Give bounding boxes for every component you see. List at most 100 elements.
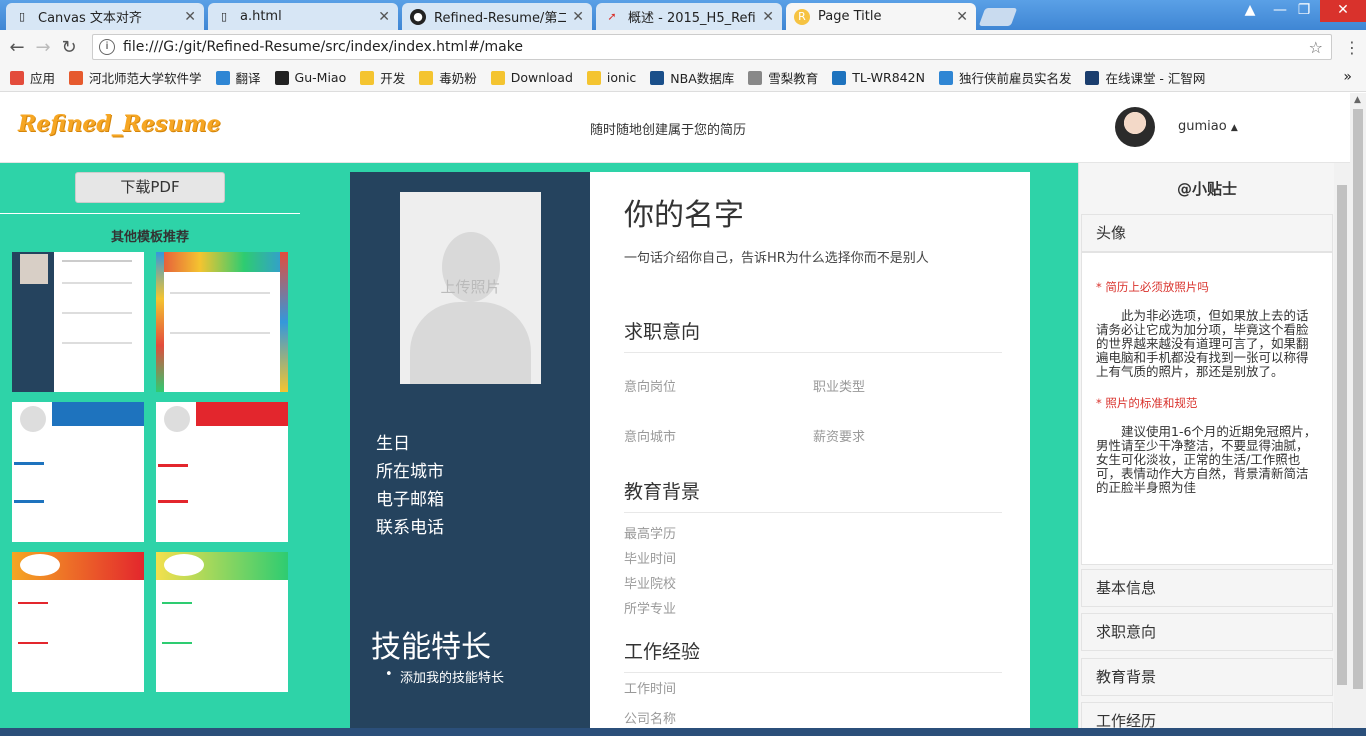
birthday-field[interactable]: 生日: [376, 430, 444, 458]
upload-photo[interactable]: 上传照片: [400, 192, 541, 384]
close-icon[interactable]: ✕: [184, 9, 196, 25]
site-slogan: 随时随地创建属于您的简历: [590, 123, 747, 138]
job-type-field[interactable]: 职业类型: [813, 376, 865, 395]
tab-title: a.html: [240, 9, 282, 24]
tips-scrollbar[interactable]: [1334, 163, 1350, 736]
forward-icon[interactable]: →: [30, 37, 56, 58]
maximize-icon[interactable]: ❐: [1290, 0, 1318, 22]
divider: [0, 213, 300, 214]
phone-field[interactable]: 联系电话: [376, 514, 444, 542]
bookmark-item[interactable]: Gu-Miao: [274, 70, 346, 85]
template-thumb-1[interactable]: [12, 252, 144, 392]
user-icon[interactable]: ▲: [1236, 0, 1264, 22]
download-pdf-button[interactable]: 下载PDF: [75, 172, 225, 203]
page-icon: R: [794, 8, 810, 25]
bookmark-item[interactable]: 毒奶粉: [419, 68, 477, 87]
address-bar[interactable]: i file:///G:/git/Refined-Resume/src/inde…: [92, 34, 1332, 60]
chevron-more-icon[interactable]: »: [1343, 69, 1352, 85]
bookmark-icon: [938, 70, 953, 85]
close-icon[interactable]: ✕: [572, 9, 584, 25]
back-icon[interactable]: ←: [4, 37, 30, 58]
resume-name[interactable]: 你的名字: [624, 190, 744, 234]
reload-icon[interactable]: ↻: [56, 37, 82, 58]
template-sidebar: 下载PDF 其他模板推荐: [0, 163, 300, 736]
info-icon[interactable]: i: [99, 39, 115, 55]
tab-page-title[interactable]: R Page Title ✕: [786, 3, 976, 30]
close-icon[interactable]: ✕: [378, 9, 390, 25]
bookmark-icon: [650, 70, 665, 85]
city-field[interactable]: 所在城市: [376, 458, 444, 486]
browser-tab-strip: ▯ Canvas 文本对齐 ✕ ▯ a.html ✕ ● Refined-Res…: [0, 0, 1366, 30]
scroll-up-icon[interactable]: ▲: [1354, 95, 1361, 105]
template-thumb-6[interactable]: [156, 552, 288, 692]
company-field[interactable]: 公司名称: [624, 708, 676, 727]
bookmark-label: Download: [510, 70, 573, 85]
job-city-field[interactable]: 意向城市: [624, 426, 676, 445]
bookmark-item[interactable]: 在线课堂 - 汇智网: [1085, 68, 1205, 87]
close-icon[interactable]: ✕: [956, 9, 968, 25]
bookmark-item[interactable]: 开发: [360, 68, 405, 87]
school-field[interactable]: 毕业院校: [624, 573, 676, 592]
tip-question-2: * 照片的标准和规范: [1096, 396, 1198, 410]
site-logo[interactable]: Refined_Resume: [18, 111, 221, 137]
bookmark-item[interactable]: ionic: [586, 70, 636, 85]
bookmark-item[interactable]: 雪梨教育: [748, 68, 818, 87]
job-position-field[interactable]: 意向岗位: [624, 376, 676, 395]
bookmark-item[interactable]: 独行侠前雇员实名发: [938, 68, 1071, 87]
section-work: 工作经验: [624, 637, 1002, 673]
page-scrollbar[interactable]: ▲: [1350, 93, 1366, 736]
accordion-education[interactable]: 教育背景: [1081, 658, 1333, 696]
bookmark-item[interactable]: 河北师范大学软件学: [69, 68, 202, 87]
bookmark-item[interactable]: 翻译: [215, 68, 261, 87]
accordion-basic-info[interactable]: 基本信息: [1081, 569, 1333, 607]
tip-answer-2: 建议使用1-6个月的近期免冠照片，男性请至少干净整洁，不要显得油腻，女生可化淡妆…: [1096, 424, 1317, 495]
add-skill-item[interactable]: 添加我的技能特长: [385, 667, 504, 686]
avatar[interactable]: [1115, 107, 1155, 147]
tab-title: Page Title: [818, 9, 882, 24]
work-time-field[interactable]: 工作时间: [624, 678, 676, 697]
upload-photo-label: 上传照片: [440, 278, 501, 296]
skills-heading: 技能特长: [371, 630, 491, 665]
tip-question-1: * 简历上必须放照片吗: [1096, 280, 1209, 294]
bookmark-icon: [10, 70, 24, 85]
resume-intro[interactable]: 一句话介绍你自己，告诉HR为什么选择你而不是别人: [624, 247, 929, 266]
section-education: 教育背景: [624, 477, 1002, 513]
username: gumiao: [1178, 119, 1227, 134]
bookmark-item[interactable]: 应用: [10, 68, 55, 87]
close-icon[interactable]: ✕: [762, 9, 774, 25]
degree-field[interactable]: 最高学历: [624, 523, 676, 542]
tab-canvas[interactable]: ▯ Canvas 文本对齐 ✕: [6, 3, 204, 30]
new-tab-button[interactable]: [978, 8, 1018, 26]
salary-field[interactable]: 薪资要求: [813, 426, 865, 445]
email-field[interactable]: 电子邮箱: [376, 486, 444, 514]
tab-a-html[interactable]: ▯ a.html ✕: [208, 3, 398, 30]
bookmark-item[interactable]: Download: [490, 70, 573, 85]
user-menu[interactable]: gumiao ▲: [1178, 119, 1238, 134]
section-job-intent: 求职意向: [624, 317, 1002, 353]
template-thumb-4[interactable]: [156, 402, 288, 542]
scrollbar-thumb[interactable]: [1353, 109, 1363, 689]
resume-sidebar: 上传照片 生日 所在城市 电子邮箱 联系电话 技能特长 添加我的技能特长: [350, 172, 590, 736]
major-field[interactable]: 所学专业: [624, 598, 676, 617]
accordion-avatar[interactable]: 头像: [1081, 214, 1333, 252]
bookmark-item[interactable]: NBA数据库: [650, 68, 734, 87]
graduation-field[interactable]: 毕业时间: [624, 548, 676, 567]
tab-overview[interactable]: ➚ 概述 - 2015_H5_Refined ✕: [596, 3, 782, 30]
url-text: file:///G:/git/Refined-Resume/src/index/…: [123, 39, 523, 55]
template-thumb-3[interactable]: [12, 402, 144, 542]
doc-icon: ▯: [18, 10, 26, 23]
template-thumb-2[interactable]: [156, 252, 288, 392]
accordion-job-intent[interactable]: 求职意向: [1081, 613, 1333, 651]
bookmark-icon: [748, 70, 763, 85]
bookmark-label: 河北师范大学软件学: [89, 71, 202, 86]
menu-icon[interactable]: ⋮: [1344, 38, 1360, 57]
tab-github[interactable]: ● Refined-Resume/第二次 ✕: [402, 3, 592, 30]
bookmark-item[interactable]: TL-WR842N: [832, 70, 925, 85]
accordion-avatar-body: * 简历上必须放照片吗 此为非必选项，但如果放上去的话请务必让它成为加分项，毕竟…: [1081, 252, 1333, 565]
caret-up-icon: ▲: [1230, 123, 1238, 133]
star-icon[interactable]: ☆: [1309, 38, 1323, 57]
bookmark-icon: [69, 70, 84, 85]
window-close-icon[interactable]: ✕: [1320, 0, 1366, 22]
site-header: Refined_Resume 随时随地创建属于您的简历 gumiao ▲: [0, 93, 1350, 163]
template-thumb-5[interactable]: [12, 552, 144, 692]
